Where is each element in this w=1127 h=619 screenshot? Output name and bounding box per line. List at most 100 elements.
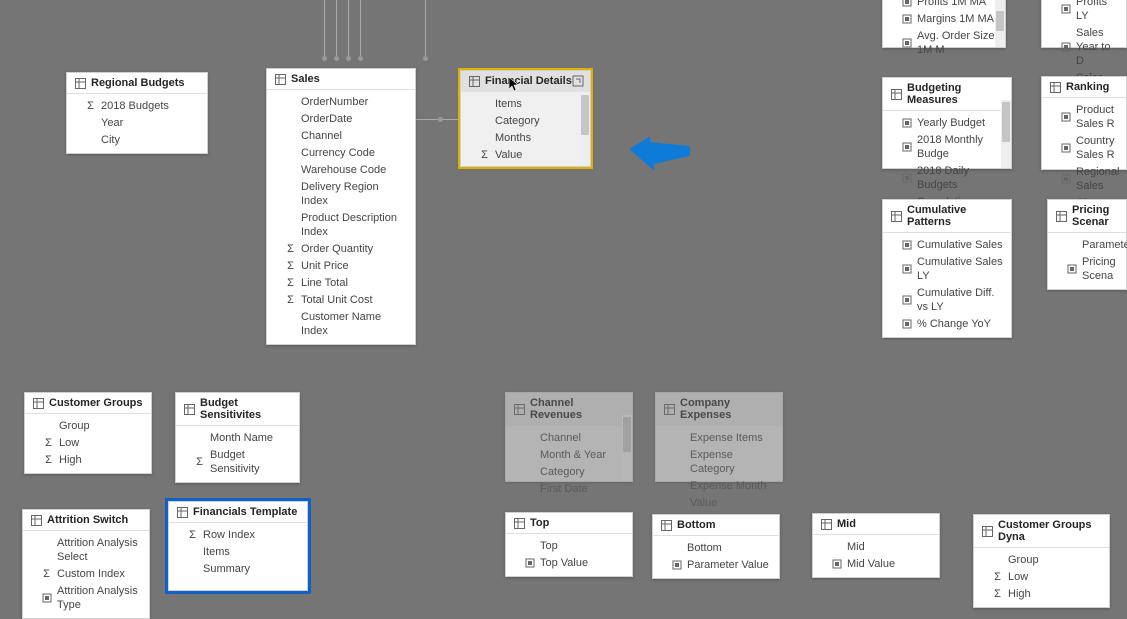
field-item[interactable]: ΣLow [974, 568, 1109, 585]
field-item[interactable]: Pricing Scena [1048, 253, 1126, 284]
field-item[interactable]: Profits LY [1042, 0, 1126, 24]
field-item[interactable]: Σ2018 Budgets [67, 97, 207, 114]
table-financial-details[interactable]: Financial Details Items Category Months … [460, 70, 591, 167]
table-ranking[interactable]: Ranking Product Sales R Country Sales R … [1041, 76, 1127, 170]
field-item[interactable]: Channel [506, 429, 632, 446]
field-item[interactable]: ΣOrder Quantity [267, 240, 415, 257]
field-item[interactable]: 2018 Monthly Budge [883, 131, 1011, 162]
field-item[interactable]: Country Sales R [1042, 132, 1126, 163]
field-item[interactable]: ΣBudget Sensitivity [176, 446, 299, 477]
blank-icon [479, 132, 490, 143]
field-item[interactable]: Expense Month [656, 477, 782, 494]
field-item[interactable]: ΣHigh [25, 451, 151, 468]
field-item[interactable]: Margins 1M MA [883, 10, 1005, 27]
table-sales[interactable]: Sales OrderNumber OrderDate Channel Curr… [266, 68, 416, 345]
scrollbar[interactable] [580, 93, 590, 166]
field-item[interactable]: Category [506, 463, 632, 480]
field-item[interactable]: ΣHigh [974, 585, 1109, 602]
field-item[interactable]: Avg. Order Size 1M M [883, 27, 1005, 58]
field-item[interactable]: Summary [169, 560, 307, 577]
field-item[interactable]: Customer Name Index [267, 308, 415, 339]
field-item[interactable]: ΣUnit Price [267, 257, 415, 274]
field-item[interactable]: Category [461, 112, 590, 129]
field-item[interactable]: Regional Sales [1042, 163, 1126, 194]
table-bottom[interactable]: Bottom Bottom Parameter Value [652, 514, 780, 579]
table-financials-template[interactable]: Financials Template ΣRow Index Items Sum… [168, 501, 308, 591]
table-customer-groups[interactable]: Customer Groups Group ΣLow ΣHigh [24, 392, 152, 474]
field-item[interactable]: Mid [813, 538, 939, 555]
field-item[interactable]: Attrition Analysis Type [23, 582, 149, 613]
scroll-thumb[interactable] [581, 95, 589, 135]
scroll-thumb[interactable] [996, 11, 1004, 31]
field-item[interactable]: ΣTotal Unit Cost [267, 291, 415, 308]
field-item[interactable]: ΣValue [461, 146, 590, 163]
field-item[interactable]: Cumulative Diff. vs LY [883, 284, 1011, 315]
field-item[interactable]: Cumulative Sales [883, 236, 1011, 253]
expand-icon[interactable] [572, 75, 584, 87]
field-item[interactable]: Warehouse Code [267, 161, 415, 178]
field-item[interactable]: ΣLine Total [267, 274, 415, 291]
field-item[interactable]: First Date [506, 480, 632, 497]
field-item[interactable]: Group [25, 417, 151, 434]
scroll-thumb[interactable] [1002, 102, 1010, 142]
field-item[interactable]: Mid Value [813, 555, 939, 572]
scrollbar[interactable] [1001, 100, 1011, 168]
field-item[interactable]: ΣLow [25, 434, 151, 451]
field-item[interactable]: 2018 Daily Budgets [883, 162, 1011, 193]
table-top[interactable]: Top Top Top Value [505, 512, 633, 577]
field-item[interactable]: Profits 1M MA [883, 0, 1005, 10]
field-item[interactable]: ΣRow Index [169, 526, 307, 543]
field-item[interactable]: Cumulative Sales LY [883, 253, 1011, 284]
table-cumulative-patterns[interactable]: Cumulative Patterns Cumulative Sales Cum… [882, 199, 1012, 338]
blank-icon [285, 188, 296, 199]
field-item[interactable]: Parameter [1048, 236, 1126, 253]
field-item[interactable]: Month & Year [506, 446, 632, 463]
field-item[interactable]: Year [67, 114, 207, 131]
field-item[interactable]: OrderDate [267, 110, 415, 127]
field-item[interactable]: Months [461, 129, 590, 146]
table-measures-partial-1[interactable]: Profits 1M MA Margins 1M MA Avg. Order S… [882, 0, 1006, 48]
table-attrition-switch[interactable]: Attrition Switch Attrition Analysis Sele… [22, 509, 150, 619]
scroll-thumb[interactable] [623, 417, 631, 452]
field-item[interactable]: Group [974, 551, 1109, 568]
table-mid[interactable]: Mid Mid Mid Value [812, 513, 940, 578]
measure-icon [901, 37, 912, 48]
blank-icon [85, 117, 96, 128]
field-item[interactable]: OrderNumber [267, 93, 415, 110]
measure-icon [1060, 111, 1071, 122]
field-item[interactable]: Items [461, 95, 590, 112]
field-item[interactable]: Delivery Region Index [267, 178, 415, 209]
blank-icon [43, 420, 54, 431]
field-item[interactable]: Value [656, 494, 782, 511]
field-item[interactable]: Items [169, 543, 307, 560]
table-pricing-scenarios[interactable]: Pricing Scenar Parameter Pricing Scena [1047, 199, 1127, 290]
scrollbar[interactable] [622, 415, 632, 481]
field-item[interactable]: Parameter Value [653, 556, 779, 573]
field-item[interactable]: Channel [267, 127, 415, 144]
field-item[interactable]: Attrition Analysis Select [23, 534, 149, 565]
field-item[interactable]: Bottom [653, 539, 779, 556]
table-measures-partial-2[interactable]: Profits LY Sales Year to D Sales Year to… [1041, 0, 1127, 48]
table-budget-sensitivities[interactable]: Budget Sensitivites Month Name ΣBudget S… [175, 392, 300, 483]
table-regional-budgets[interactable]: Regional Budgets Σ2018 Budgets Year City [66, 72, 208, 154]
field-item[interactable]: Yearly Budget [883, 114, 1011, 131]
field-item[interactable]: Product Description Index [267, 209, 415, 240]
field-item[interactable]: Top [506, 537, 632, 554]
field-item[interactable]: City [67, 131, 207, 148]
field-item[interactable]: Currency Code [267, 144, 415, 161]
field-item[interactable]: Sales Year to D [1042, 24, 1126, 69]
field-item[interactable]: % Change YoY [883, 315, 1011, 332]
field-item[interactable]: Product Sales R [1042, 101, 1126, 132]
table-customer-groups-dyna[interactable]: Customer Groups Dyna Group ΣLow ΣHigh [973, 514, 1110, 608]
field-item[interactable]: Expense Category [656, 446, 782, 477]
field-item[interactable]: Expense Items [656, 429, 782, 446]
table-budgeting-measures[interactable]: Budgeting Measures Yearly Budget 2018 Mo… [882, 77, 1012, 169]
field-item[interactable]: Top Value [506, 554, 632, 571]
table-channel-revenues[interactable]: Channel Revenues Channel Month & Year Ca… [505, 392, 633, 482]
field-item[interactable]: ΣCustom Index [23, 565, 149, 582]
field-item[interactable]: Month Name [176, 429, 299, 446]
scrollbar[interactable] [995, 0, 1005, 47]
table-header: Sales [267, 69, 415, 90]
measure-icon [1060, 41, 1071, 52]
table-company-expenses[interactable]: Company Expenses Expense Items Expense C… [655, 392, 783, 482]
